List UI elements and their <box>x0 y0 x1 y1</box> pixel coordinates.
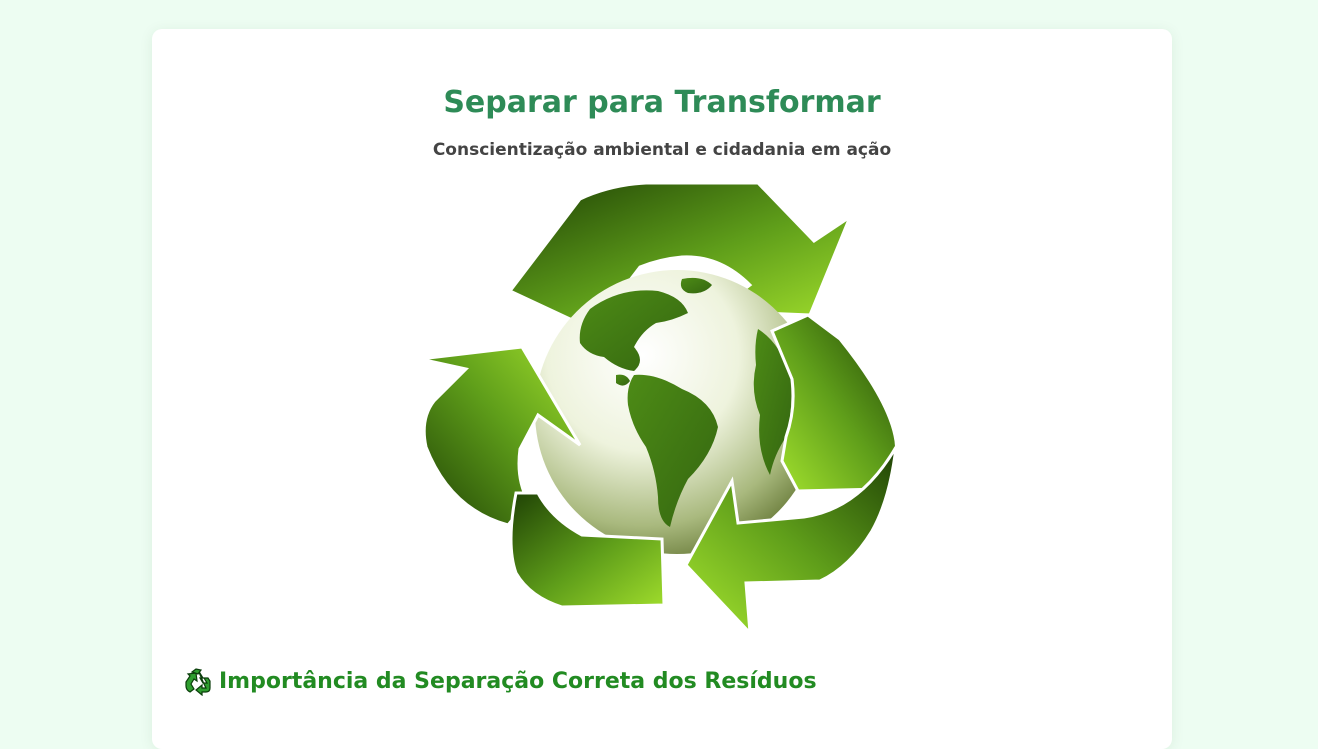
page-subtitle: Conscientização ambiental e cidadania em… <box>432 140 892 160</box>
section-heading: Importância da Separação Correta dos Res… <box>184 667 817 697</box>
section-heading-text: Importância da Separação Correta dos Res… <box>219 669 817 694</box>
page-title: Separar para Transformar <box>443 85 881 120</box>
recycling-globe-icon <box>420 181 899 635</box>
main-card: Separar para Transformar Conscientização… <box>152 29 1172 749</box>
recycle-icon <box>185 668 211 696</box>
